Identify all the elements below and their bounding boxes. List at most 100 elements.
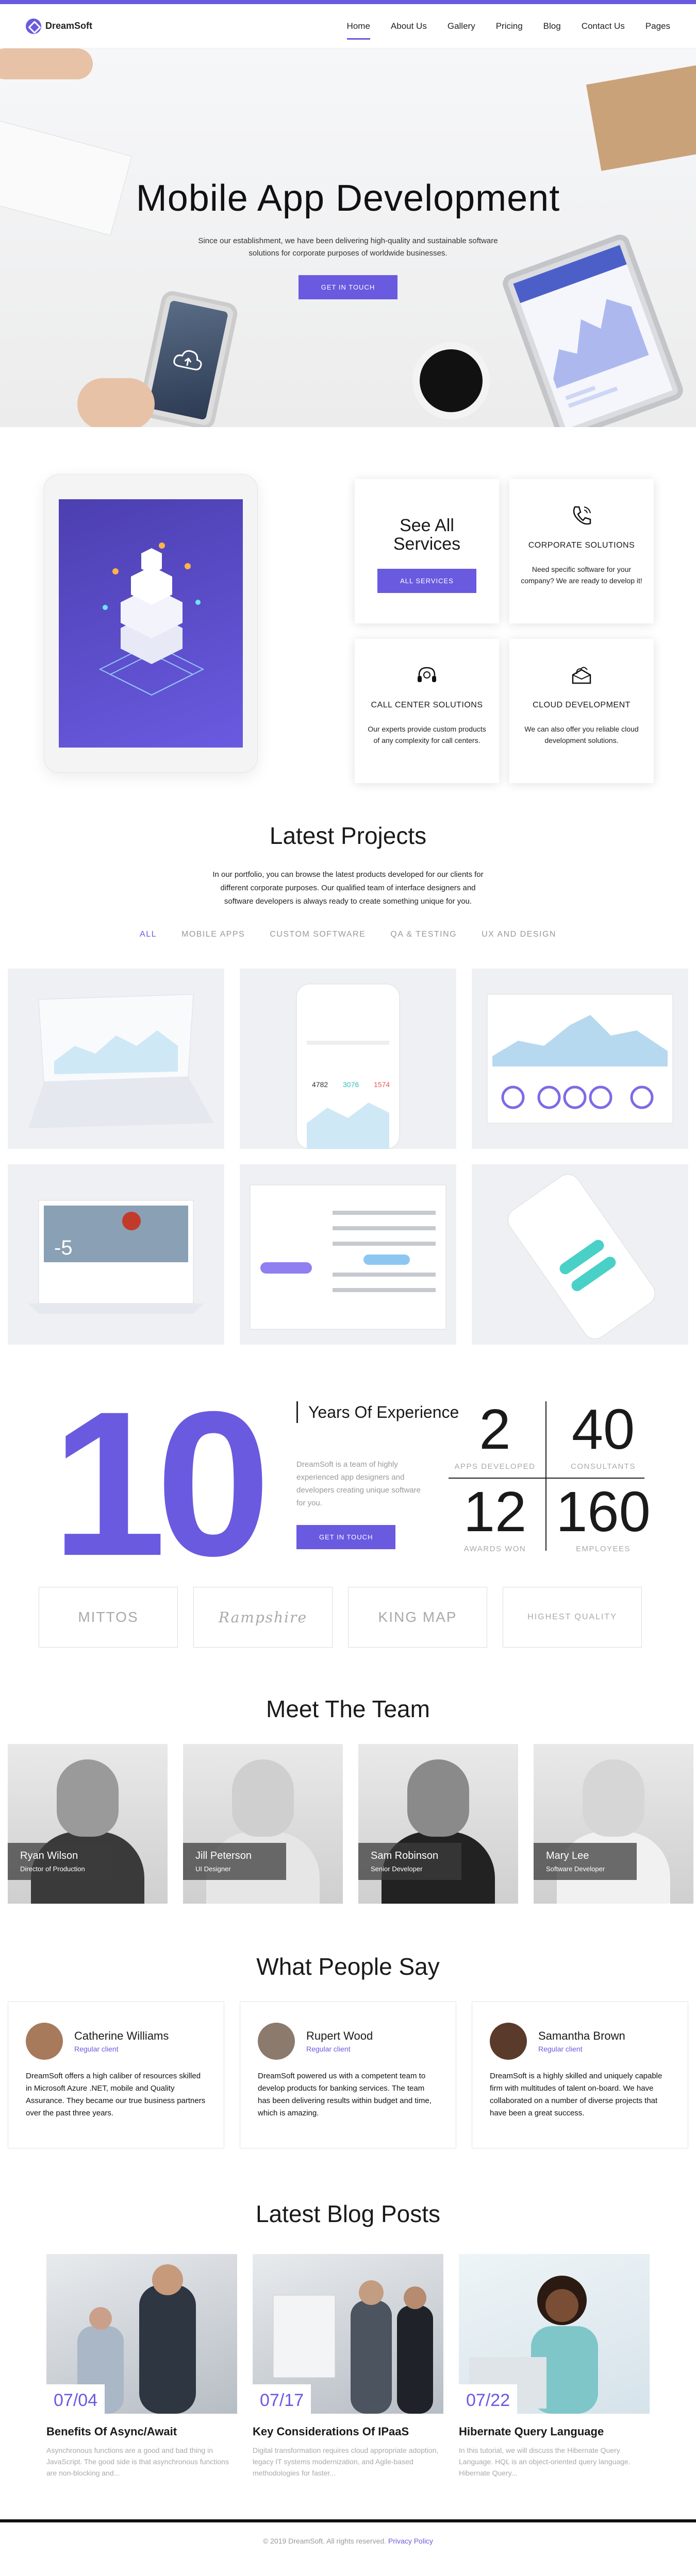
stat-apps: 2 APPS DEVELOPED: [441, 1401, 549, 1471]
stat-employees: 160 EMPLOYEES: [549, 1480, 657, 1554]
testimonial-card: Rupert Wood Regular client DreamSoft pow…: [240, 2002, 456, 2148]
project-tile[interactable]: [8, 969, 224, 1149]
testimonial-name: Catherine Williams: [74, 2029, 169, 2042]
blog-post-image: 07/04: [46, 2254, 237, 2414]
projects-title: Latest Projects: [269, 822, 427, 849]
team-grid: Ryan Wilson Director of Production Jill …: [8, 1744, 693, 1904]
filter-all[interactable]: ALL: [140, 930, 157, 939]
nav-item-contact-us[interactable]: Contact Us: [582, 18, 625, 35]
svg-text:4782: 4782: [312, 1080, 328, 1089]
nav-item-pages[interactable]: Pages: [645, 18, 670, 35]
stat-awards: 12 AWARDS WON: [441, 1484, 549, 1554]
projects-description: In our portfolio, you can browse the lat…: [212, 870, 484, 906]
privacy-policy-link[interactable]: Privacy Policy: [388, 2537, 433, 2545]
stat-label: CONSULTANTS: [571, 1462, 636, 1471]
all-services-button[interactable]: ALL SERVICES: [377, 569, 476, 593]
hero-hand-image: [0, 48, 93, 79]
testimonial-role: Regular client: [306, 2045, 351, 2053]
project-tile[interactable]: [472, 1164, 688, 1345]
stat-value: 160: [556, 1480, 651, 1544]
team-member-card[interactable]: Ryan Wilson Director of Production: [8, 1744, 168, 1904]
member-name: Mary Lee: [546, 1850, 589, 1861]
blog-post-date: 07/22: [459, 2384, 518, 2414]
testimonial-text: DreamSoft powered us with a competent te…: [258, 2072, 432, 2117]
filter-ux-design[interactable]: UX AND DESIGN: [482, 930, 556, 939]
nav-item-pricing[interactable]: Pricing: [496, 18, 523, 35]
testimonials-title: What People Say: [256, 1953, 440, 1980]
service-card-title: CORPORATE SOLUTIONS: [528, 541, 635, 550]
service-card-cloud[interactable]: CLOUD DEVELOPMENT We can also offer you …: [509, 639, 654, 783]
years-big-number: 10: [52, 1368, 271, 1599]
years-title: Years Of Experience: [296, 1401, 459, 1423]
hero-box-image: [586, 65, 696, 171]
stats-divider: [545, 1401, 546, 1551]
blog-post-excerpt: In this tutorial, we will discuss the Hi…: [459, 2446, 631, 2477]
stat-label: AWARDS WON: [463, 1545, 526, 1553]
testimonial-role: Regular client: [538, 2045, 583, 2053]
main-navigation: DreamSoft Home About Us Gallery Pricing …: [0, 4, 696, 48]
blog-post-title[interactable]: Benefits Of Async/Await: [46, 2425, 237, 2438]
blog-post-card[interactable]: 07/17 Key Considerations Of IPaaS Digita…: [253, 2254, 443, 2479]
brand-logo-mittos: MITTOS: [39, 1587, 178, 1648]
stat-consultants: 40 CONSULTANTS: [549, 1401, 657, 1471]
svg-text:3076: 3076: [343, 1080, 359, 1089]
stat-value: 2: [479, 1398, 511, 1461]
service-card-corporate[interactable]: CORPORATE SOLUTIONS Need specific softwa…: [509, 479, 654, 623]
hero-get-in-touch-button[interactable]: GET IN TOUCH: [298, 275, 398, 299]
team-title: Meet The Team: [266, 1696, 430, 1722]
team-member-card[interactable]: Mary Lee Software Developer: [534, 1744, 693, 1904]
phone-icon: [569, 503, 594, 529]
blog-post-excerpt: Asynchronous functions are a good and ba…: [46, 2446, 229, 2477]
project-tile[interactable]: -5: [8, 1164, 224, 1345]
blog-post-card[interactable]: 07/22 Hibernate Query Language In this t…: [459, 2254, 650, 2479]
service-card-call-center[interactable]: CALL CENTER SOLUTIONS Our experts provid…: [355, 639, 499, 783]
project-tile[interactable]: [472, 969, 688, 1149]
nav-item-home[interactable]: Home: [346, 18, 371, 40]
blog-post-title[interactable]: Hibernate Query Language: [459, 2425, 650, 2438]
cloud-upload-icon: [147, 300, 229, 420]
blog-post-title[interactable]: Key Considerations Of IPaaS: [253, 2425, 443, 2438]
hero-hand-image: [77, 378, 155, 427]
hero-coffee-cup-image: [412, 342, 490, 419]
nav-item-gallery[interactable]: Gallery: [448, 18, 475, 35]
service-card-title: CALL CENTER SOLUTIONS: [371, 701, 483, 709]
hero-section: Mobile App Development Since our establi…: [0, 48, 696, 427]
service-card-text: Need specific software for your company?…: [521, 565, 642, 585]
filter-mobile-apps[interactable]: MOBILE APPS: [181, 930, 245, 939]
blog-post-card[interactable]: 07/04 Benefits Of Async/Await Asynchrono…: [46, 2254, 237, 2479]
brand-logo-rampshire: Rampshire: [193, 1587, 333, 1648]
brand-logo-king-map: KING MAP: [348, 1587, 487, 1648]
member-name: Sam Robinson: [371, 1850, 439, 1861]
testimonial-name: Rupert Wood: [306, 2029, 373, 2042]
hero-description: Since our establishment, we have been de…: [198, 236, 498, 258]
member-name: Ryan Wilson: [20, 1850, 78, 1861]
testimonial-text: DreamSoft offers a high caliber of resou…: [26, 2072, 206, 2117]
team-member-card[interactable]: Jill Peterson UI Designer: [183, 1744, 343, 1904]
project-filters: ALL MOBILE APPS CUSTOM SOFTWARE QA & TES…: [0, 930, 696, 939]
testimonial-card: Catherine Williams Regular client DreamS…: [8, 2002, 224, 2148]
stats-get-in-touch-button[interactable]: GET IN TOUCH: [296, 1525, 396, 1549]
see-all-services-card: See All Services ALL SERVICES: [355, 479, 499, 623]
avatar: [26, 2023, 63, 2060]
nav-item-blog[interactable]: Blog: [543, 18, 561, 35]
project-tile[interactable]: 4782 3076 1574: [240, 969, 456, 1149]
team-member-card[interactable]: Sam Robinson Senior Developer: [358, 1744, 518, 1904]
logo[interactable]: DreamSoft: [26, 18, 92, 34]
testimonial-name: Samantha Brown: [538, 2029, 625, 2042]
nav-item-about-us[interactable]: About Us: [391, 18, 427, 35]
hero-tablet-image: [500, 231, 686, 427]
years-description: DreamSoft is a team of highly experience…: [296, 1460, 421, 1507]
server-illustration: [59, 499, 243, 748]
brand-logo-highest-quality: HIGHEST QUALITY: [503, 1587, 642, 1648]
filter-qa-testing[interactable]: QA & TESTING: [390, 930, 457, 939]
service-card-title: CLOUD DEVELOPMENT: [533, 701, 631, 709]
blog-post-date: 07/17: [253, 2384, 311, 2414]
logo-icon: [26, 18, 41, 34]
blog-title: Latest Blog Posts: [256, 2200, 440, 2227]
project-tile[interactable]: [240, 1164, 456, 1345]
blog-post-image: 07/17: [253, 2254, 443, 2414]
testimonial-text: DreamSoft is a highly skilled and unique…: [490, 2072, 662, 2117]
copyright-text: © 2019 DreamSoft. All rights reserved.: [262, 2537, 387, 2545]
filter-custom-software[interactable]: CUSTOM SOFTWARE: [270, 930, 366, 939]
partner-logos: MITTOS Rampshire KING MAP HIGHEST QUALIT…: [39, 1587, 642, 1648]
